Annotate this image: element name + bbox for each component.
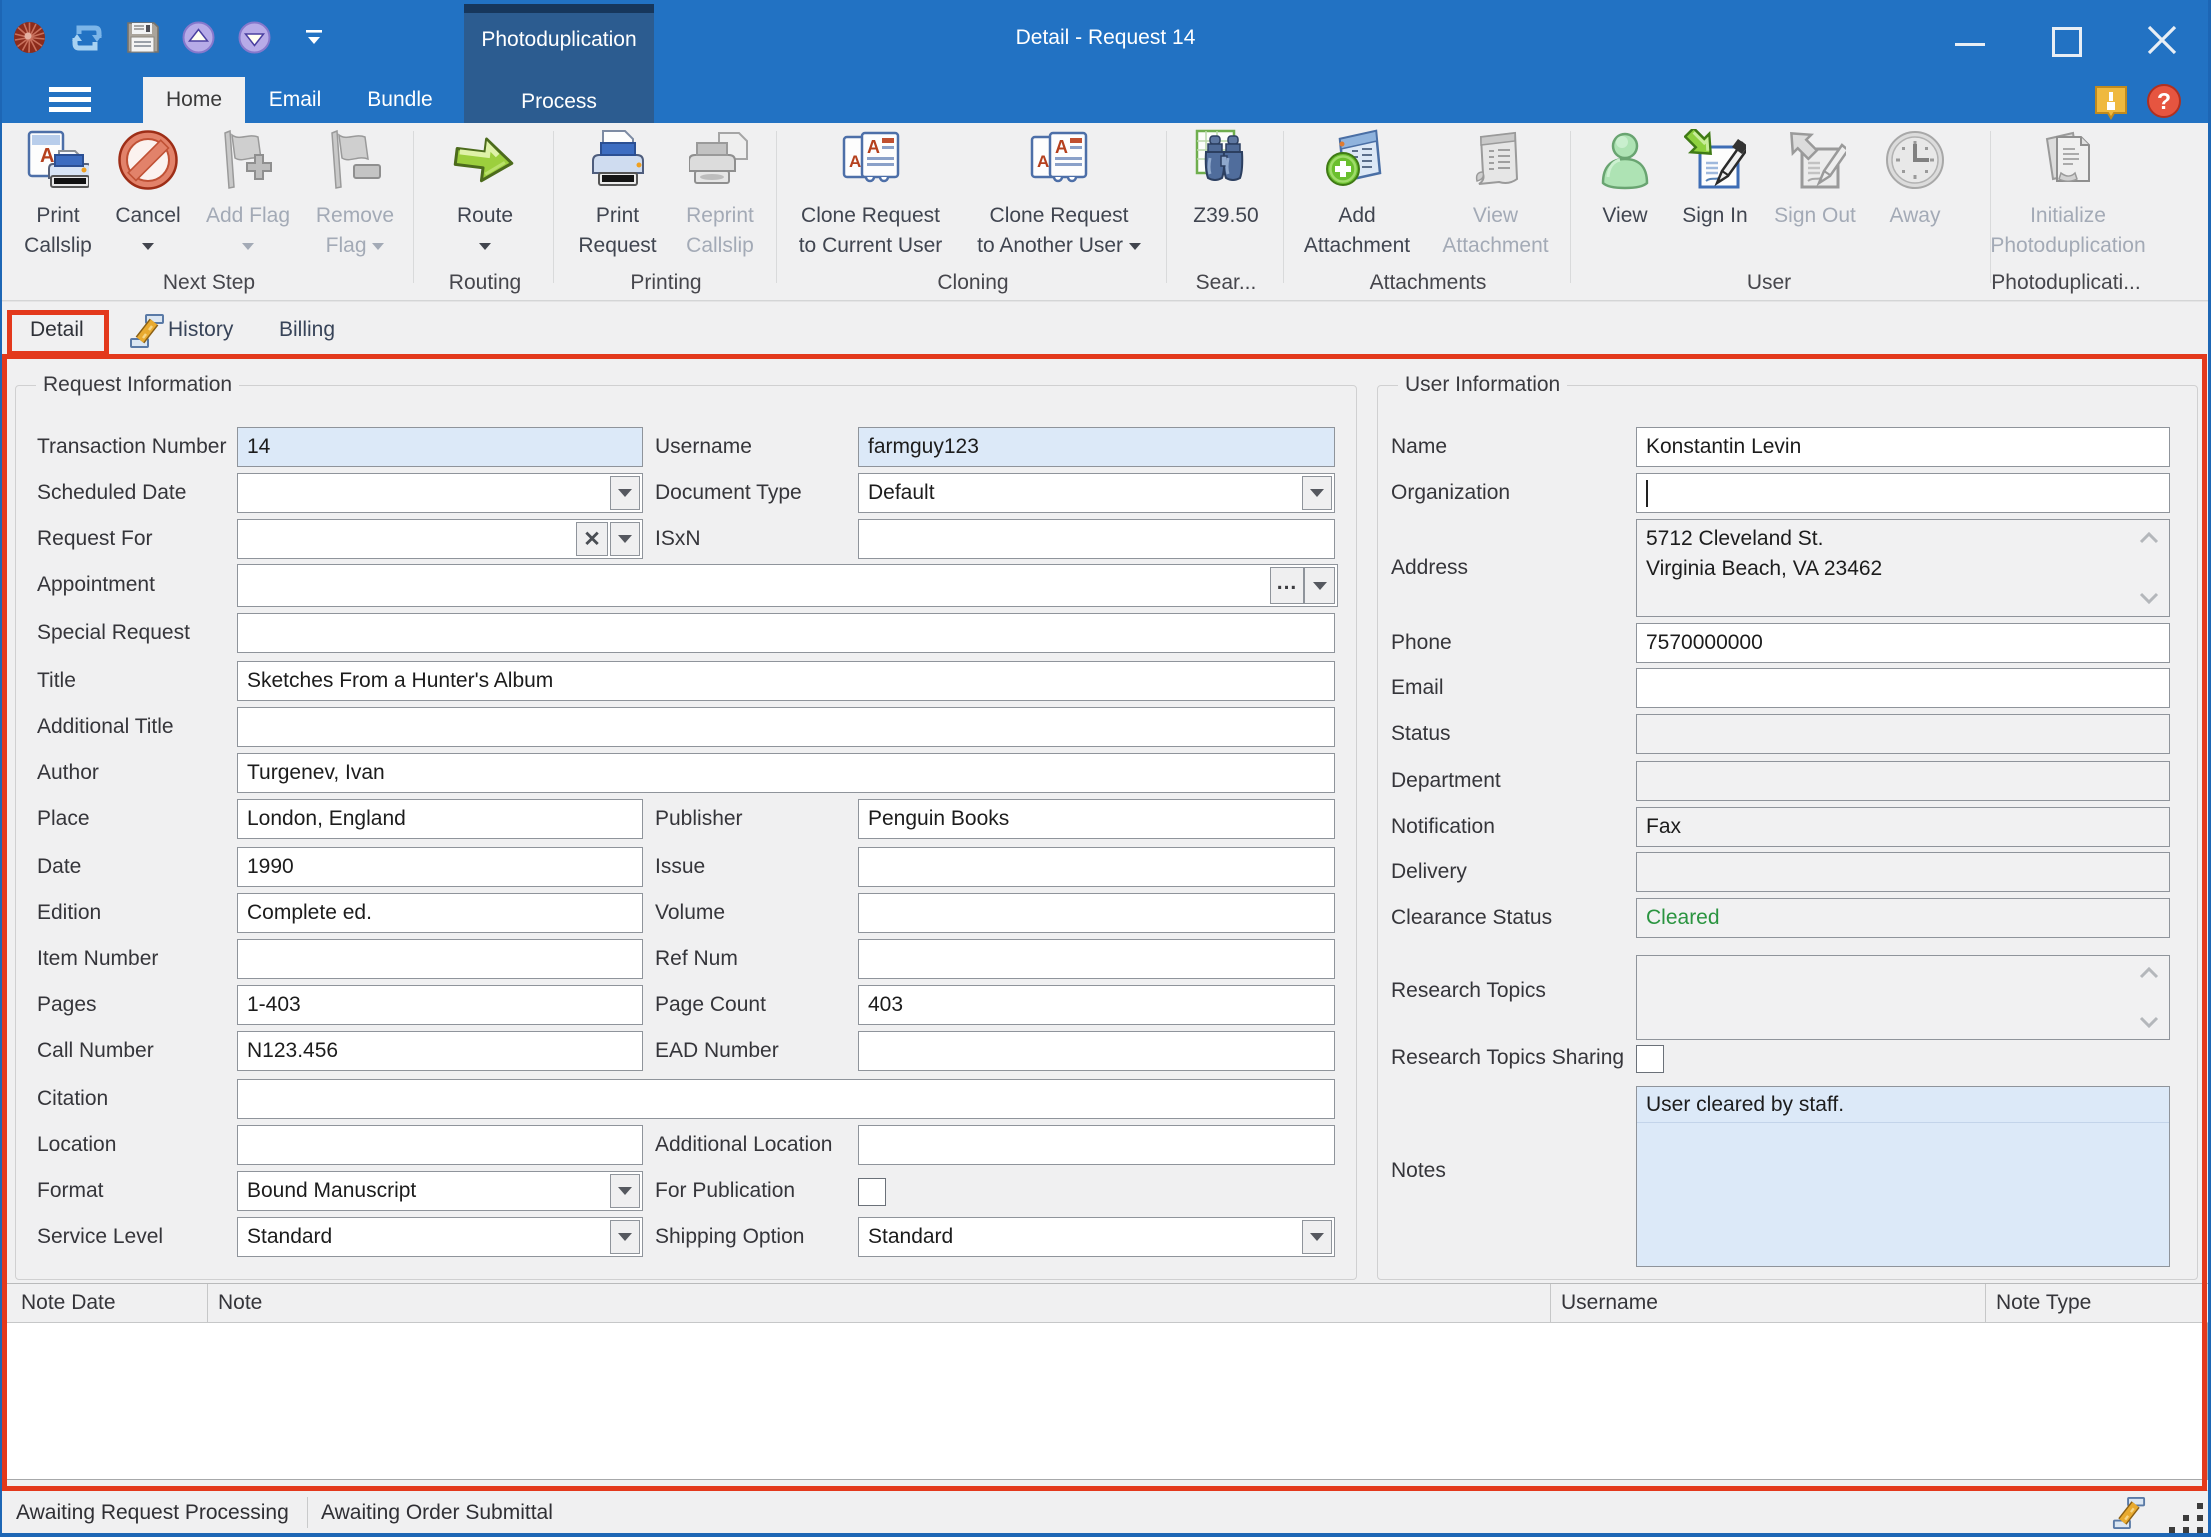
svg-text:A: A [849,152,861,171]
svg-text:?: ? [2157,88,2171,114]
svg-text:A: A [1055,137,1068,157]
svg-text:A: A [1037,152,1049,171]
svg-text:A: A [867,137,880,157]
